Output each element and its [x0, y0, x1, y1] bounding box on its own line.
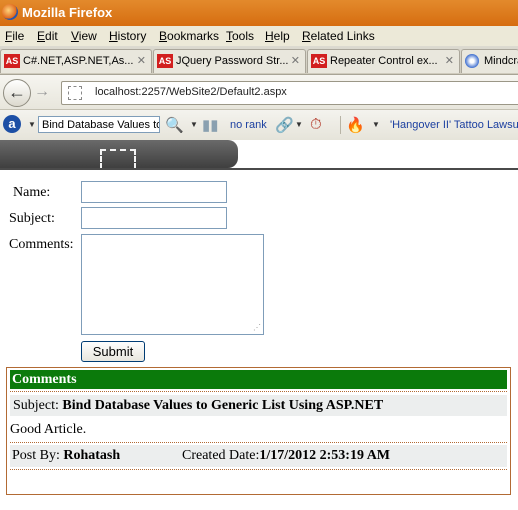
menu-edit[interactable]: Edit [37, 29, 58, 43]
close-icon[interactable]: ✕ [137, 54, 146, 67]
globe-icon [465, 54, 479, 68]
comment-author: Rohatash [63, 448, 121, 463]
page-content: Name: Subject: Comments: ⋰ Submit Commen… [0, 170, 518, 510]
subject-input[interactable] [81, 207, 227, 229]
comment-meta-row: Post By: Rohatash Created Date:1/17/2012… [10, 445, 507, 467]
forward-arrow-icon: → [34, 83, 50, 100]
comment-body: Good Article. [10, 422, 87, 437]
tab-jquery-password[interactable]: AS JQuery Password Str... ✕ [153, 49, 306, 73]
window-title: Mozilla Firefox [22, 5, 113, 20]
comments-panel: Comments Subject: Bind Database Values t… [6, 367, 511, 495]
rank-label[interactable]: no rank [230, 119, 267, 131]
back-button[interactable]: ← [3, 79, 31, 107]
search-icon[interactable]: 🔍 [165, 116, 184, 134]
comment-subject-row: Subject: Bind Database Values to Generic… [10, 395, 507, 416]
link-icon[interactable]: 🔗 [275, 116, 294, 134]
toolbar-search-input[interactable]: Bind Database Values to [38, 116, 160, 133]
menu-bar: File Edit View History Bookmarks Tools H… [0, 26, 518, 46]
site-identity-icon[interactable] [68, 86, 82, 100]
divider [10, 442, 507, 443]
firefox-icon [2, 4, 18, 20]
navigation-bar: ← → localhost:2257/WebSite2/Default2.asp… [0, 75, 518, 110]
tab-label: Mindcra [484, 55, 518, 67]
flame-icon[interactable]: 🔥 [346, 116, 365, 134]
post-by-prefix: Post By: [12, 448, 60, 463]
comments-label: Comments: [9, 237, 74, 252]
tab-strip: AS C#.NET,ASP.NET,As... ✕ AS JQuery Pass… [0, 46, 518, 75]
comments-header: Comments [10, 370, 507, 389]
menu-related-links[interactable]: Related Links [302, 29, 375, 43]
addon-toolbar: a ▼ Bind Database Values to 🔍 ▼ ▮▮ no ra… [0, 110, 518, 140]
menu-tools[interactable]: Tools [226, 29, 254, 43]
dropdown-arrow-icon[interactable]: ▼ [372, 120, 380, 129]
tab-csharp-aspnet[interactable]: AS C#.NET,ASP.NET,As... ✕ [0, 49, 152, 73]
created-date: 1/17/2012 2:53:19 AM [259, 448, 391, 463]
addon-ribbon [0, 140, 238, 169]
divider [10, 391, 507, 392]
tab-label: C#.NET,ASP.NET,As... [23, 55, 134, 67]
alexa-icon[interactable]: a [3, 115, 21, 133]
menu-view[interactable]: View [71, 29, 97, 43]
close-icon[interactable]: ✕ [445, 54, 454, 67]
subject-prefix: Subject: [13, 398, 59, 413]
tab-repeater-control[interactable]: AS Repeater Control ex... ✕ [307, 49, 460, 73]
comment-body-row: Good Article. [10, 420, 507, 440]
resize-grip-icon[interactable]: ⋰ [253, 323, 261, 332]
created-date-group: Created Date:1/17/2012 2:53:19 AM [182, 445, 390, 467]
dropdown-arrow-icon[interactable]: ▼ [28, 120, 36, 129]
tab-label: JQuery Password Str... [176, 55, 289, 67]
menu-history[interactable]: History [109, 29, 146, 43]
tab-mindcra[interactable]: Mindcra [461, 49, 518, 73]
address-bar[interactable]: localhost:2257/WebSite2/Default2.aspx [61, 81, 518, 105]
url-text[interactable]: localhost:2257/WebSite2/Default2.aspx [95, 86, 287, 98]
wayback-icon[interactable]: ⏱ [310, 116, 322, 133]
site-as-icon: AS [311, 54, 327, 68]
menu-help[interactable]: Help [265, 29, 290, 43]
toolbar-divider [340, 116, 341, 134]
comments-textarea[interactable]: ⋰ [81, 234, 264, 335]
dropdown-arrow-icon[interactable]: ▼ [190, 120, 198, 129]
news-ticker-link[interactable]: 'Hangover II' Tattoo Lawsu [390, 119, 518, 131]
dropdown-arrow-icon[interactable]: ▼ [295, 120, 303, 129]
site-as-icon: AS [4, 54, 20, 68]
tab-label: Repeater Control ex... [330, 55, 438, 67]
bar-chart-icon[interactable]: ▮▮ [202, 116, 219, 134]
puzzle-icon[interactable] [100, 149, 136, 169]
close-icon[interactable]: ✕ [291, 54, 300, 67]
menu-bookmarks[interactable]: Bookmarks [159, 29, 219, 43]
menu-file[interactable]: File [5, 29, 24, 43]
name-label: Name: [13, 185, 51, 200]
title-bar: Mozilla Firefox [0, 0, 518, 26]
site-as-icon: AS [157, 54, 173, 68]
forward-button[interactable]: → [34, 83, 50, 101]
subject-label: Subject: [9, 211, 55, 226]
back-arrow-icon: ← [8, 82, 26, 102]
created-prefix: Created Date: [182, 448, 260, 463]
submit-button[interactable]: Submit [81, 341, 145, 362]
divider [10, 469, 507, 470]
comment-subject: Bind Database Values to Generic List Usi… [62, 398, 384, 413]
name-input[interactable] [81, 181, 227, 203]
